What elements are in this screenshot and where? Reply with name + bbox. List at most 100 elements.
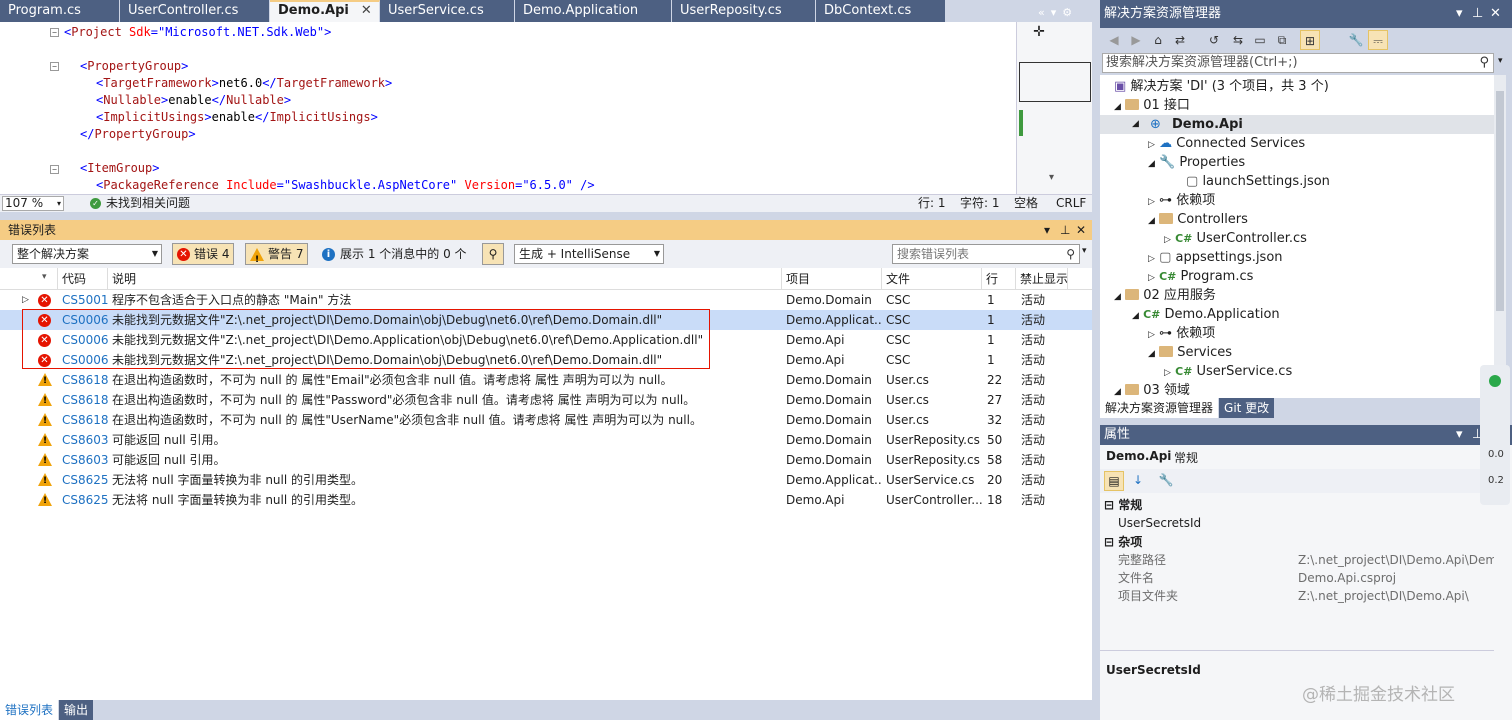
network-monitor-widget[interactable]: 0.0 0.2 [1480, 365, 1510, 505]
tree-item-demo-application[interactable]: ◢ C# Demo.Application [1132, 305, 1280, 324]
tree-item-demo-api[interactable]: ◢ ⊕ Demo.Api [1100, 115, 1494, 134]
line-ending-indicator[interactable]: CRLF [1056, 195, 1086, 212]
chevron-down-icon[interactable]: ▾ [1049, 172, 1054, 183]
tab-solution-explorer[interactable]: 解决方案资源管理器 [1100, 398, 1219, 418]
tree-item-folder-01[interactable]: ◢ 01 接口 [1114, 96, 1190, 115]
tree-item-program[interactable]: ▷ C# Program.cs [1148, 267, 1253, 286]
minimap-viewport[interactable] [1019, 62, 1091, 102]
solution-search-input[interactable]: 搜索解决方案资源管理器(Ctrl+;) ⚲ [1102, 53, 1494, 73]
wrench-icon[interactable]: 🔧 [1346, 30, 1366, 50]
chevron-down-icon[interactable]: ▾ [1498, 56, 1503, 66]
tab-demo-api[interactable]: Demo.Api ✕ [270, 0, 380, 22]
forward-icon[interactable]: ▶ [1126, 30, 1146, 50]
table-row[interactable]: ▷ ✕ CS5001 程序不包含适合于入口点的静态 "Main" 方法 Demo.Dom… [0, 290, 1092, 310]
column-header-file[interactable]: 文件 [882, 268, 982, 290]
build-combo[interactable]: 生成 + IntelliSense ▼ [514, 244, 664, 264]
sync-icon[interactable]: ⇆ [1228, 30, 1248, 50]
tab-git-changes[interactable]: Git 更改 [1219, 398, 1275, 418]
issues-status[interactable]: 未找到相关问题 [106, 195, 190, 212]
column-header-suppression[interactable]: 禁止显示... [1016, 268, 1068, 290]
property-row[interactable]: 文件名 Demo.Api.csproj [1100, 569, 1494, 587]
filter-icon[interactable]: ⚲ [482, 243, 504, 265]
categorized-icon[interactable]: ▤ [1104, 471, 1124, 491]
dropdown-icon[interactable]: ▾ [1456, 425, 1463, 445]
whitespace-indicator[interactable]: 空格 [1014, 195, 1038, 212]
tab-userreposity-cs[interactable]: UserReposity.cs [672, 0, 816, 22]
error-code[interactable]: CS8618 [62, 410, 108, 430]
property-value[interactable]: Z:\.net_project\DI\Demo.Api\ [1298, 587, 1494, 605]
tree-item-usercontroller[interactable]: ▷ C# UserController.cs [1164, 229, 1307, 248]
error-code[interactable]: CS8603 [62, 430, 108, 450]
expand-triangle-icon[interactable]: ▷ [22, 290, 29, 310]
error-code[interactable]: CS5001 [62, 290, 108, 310]
column-header-code[interactable]: 代码 [58, 268, 108, 290]
home-icon[interactable]: ⌂ [1148, 30, 1168, 50]
show-all-files-icon[interactable]: ⧉ [1272, 30, 1292, 50]
dropdown-icon[interactable]: ▾ [1456, 0, 1463, 28]
messages-filter-button[interactable]: i 展示 1 个消息中的 0 个 [318, 243, 471, 265]
tab-dbcontext-cs[interactable]: DbContext.cs [816, 0, 946, 22]
tree-item-appsettings[interactable]: ▷ ▢ appsettings.json [1148, 248, 1283, 267]
fold-toggle-icon[interactable]: − [50, 28, 59, 37]
scroll-left-icon[interactable]: « [1038, 6, 1045, 19]
solution-scrollbar[interactable] [1494, 75, 1506, 398]
zoom-combo[interactable]: 107 % ▾ [2, 196, 64, 211]
errors-filter-button[interactable]: ✕ 错误 4 [172, 243, 235, 265]
tab-error-list[interactable]: 错误列表 [0, 700, 59, 720]
back-icon[interactable]: ◀ [1104, 30, 1124, 50]
tree-item-connected-services[interactable]: ▷ ☁ Connected Services [1148, 134, 1305, 153]
column-header-project[interactable]: 项目 [782, 268, 882, 290]
history-icon[interactable]: ↺ [1204, 30, 1224, 50]
tab-usercontroller-cs[interactable]: UserController.cs [120, 0, 270, 22]
tab-userservice-cs[interactable]: UserService.cs [380, 0, 515, 22]
fold-toggle-icon[interactable]: − [50, 62, 59, 71]
pin-icon[interactable]: ⊥ [1472, 0, 1483, 28]
property-row[interactable]: 完整路径 Z:\.net_project\DI\Demo.Api\Demo [1100, 551, 1494, 569]
column-header-description[interactable]: 说明 [108, 268, 782, 290]
error-code[interactable]: CS8625 [62, 470, 108, 490]
dropdown-icon[interactable]: ▾ [1044, 220, 1050, 240]
error-code[interactable]: CS8603 [62, 450, 108, 470]
split-icon[interactable]: ✛ [1029, 22, 1049, 42]
tree-item-dependencies[interactable]: ▷ ⊶ 依赖项 [1148, 191, 1215, 210]
table-row[interactable]: CS8625 无法将 null 字面量转换为非 null 的引用类型。 Demo.A… [0, 470, 1092, 490]
tree-item-solution[interactable]: ▣ 解决方案 'DI' (3 个项目，共 3 个) [1114, 77, 1329, 96]
tree-item-app-dependencies[interactable]: ▷ ⊶ 依赖项 [1148, 324, 1215, 343]
close-icon[interactable]: ✕ [1490, 0, 1501, 28]
tree-item-folder-03[interactable]: ◢ 03 领域 [1114, 381, 1190, 398]
preview-selected-icon[interactable]: ⊞ [1300, 30, 1320, 50]
collapse-all-icon[interactable]: ▭ [1250, 30, 1270, 50]
property-row[interactable]: 项目文件夹 Z:\.net_project\DI\Demo.Api\ [1100, 587, 1494, 605]
tab-demo-application[interactable]: Demo.Application [515, 0, 672, 22]
alphabetical-icon[interactable]: ↓ [1128, 471, 1148, 491]
gear-icon[interactable]: ⚙ [1062, 6, 1072, 19]
table-row[interactable]: CS8618 在退出构造函数时，不可为 null 的 属性"UserName"必须… [0, 410, 1092, 430]
category-misc[interactable]: ⊟ 杂项 [1104, 533, 1142, 550]
warnings-filter-button[interactable]: 警告 7 [245, 243, 309, 270]
table-row[interactable]: CS8625 无法将 null 字面量转换为非 null 的引用类型。 Demo.A… [0, 490, 1092, 510]
error-search-input[interactable]: 搜索错误列表 ⚲ [892, 244, 1080, 264]
tree-item-launchsettings[interactable]: ▢ launchSettings.json [1186, 172, 1330, 191]
close-icon[interactable]: ✕ [361, 3, 372, 18]
sort-column-header[interactable]: ▾ [0, 268, 58, 290]
editor-minimap[interactable]: ✛ ▾ [1016, 22, 1092, 194]
property-row[interactable]: UserSecretsId [1100, 514, 1494, 532]
error-code[interactable]: CS8618 [62, 370, 108, 390]
wrench-icon[interactable]: 🔧 [1156, 471, 1176, 491]
tab-program-cs[interactable]: Program.cs [0, 0, 120, 22]
tree-item-controllers[interactable]: ◢ Controllers [1148, 210, 1248, 229]
tree-item-folder-02[interactable]: ◢ 02 应用服务 [1114, 286, 1216, 305]
dropdown-icon[interactable]: ▾ [1051, 6, 1057, 19]
error-code[interactable]: CS8625 [62, 490, 108, 510]
tree-item-userservice[interactable]: ▷ C# UserService.cs [1164, 362, 1292, 381]
tree-item-properties[interactable]: ◢ 🔧 Properties [1148, 153, 1245, 172]
fold-toggle-icon[interactable]: − [50, 165, 59, 174]
close-icon[interactable]: ✕ [1076, 220, 1086, 240]
chevron-down-icon[interactable]: ▾ [1082, 246, 1087, 256]
table-row[interactable]: CS8603 可能返回 null 引用。 Demo.Domain UserReposi… [0, 450, 1092, 470]
table-row[interactable]: CS8618 在退出构造函数时，不可为 null 的 属性"Email"必须包含非… [0, 370, 1092, 390]
tree-item-services[interactable]: ◢ Services [1148, 343, 1232, 362]
code-editor[interactable]: − <Project Sdk="Microsoft.NET.Sdk.Web"> … [0, 22, 1016, 194]
toggle-icon[interactable]: ⎓ [1368, 30, 1388, 50]
category-general[interactable]: ⊟ 常规 [1104, 496, 1142, 513]
